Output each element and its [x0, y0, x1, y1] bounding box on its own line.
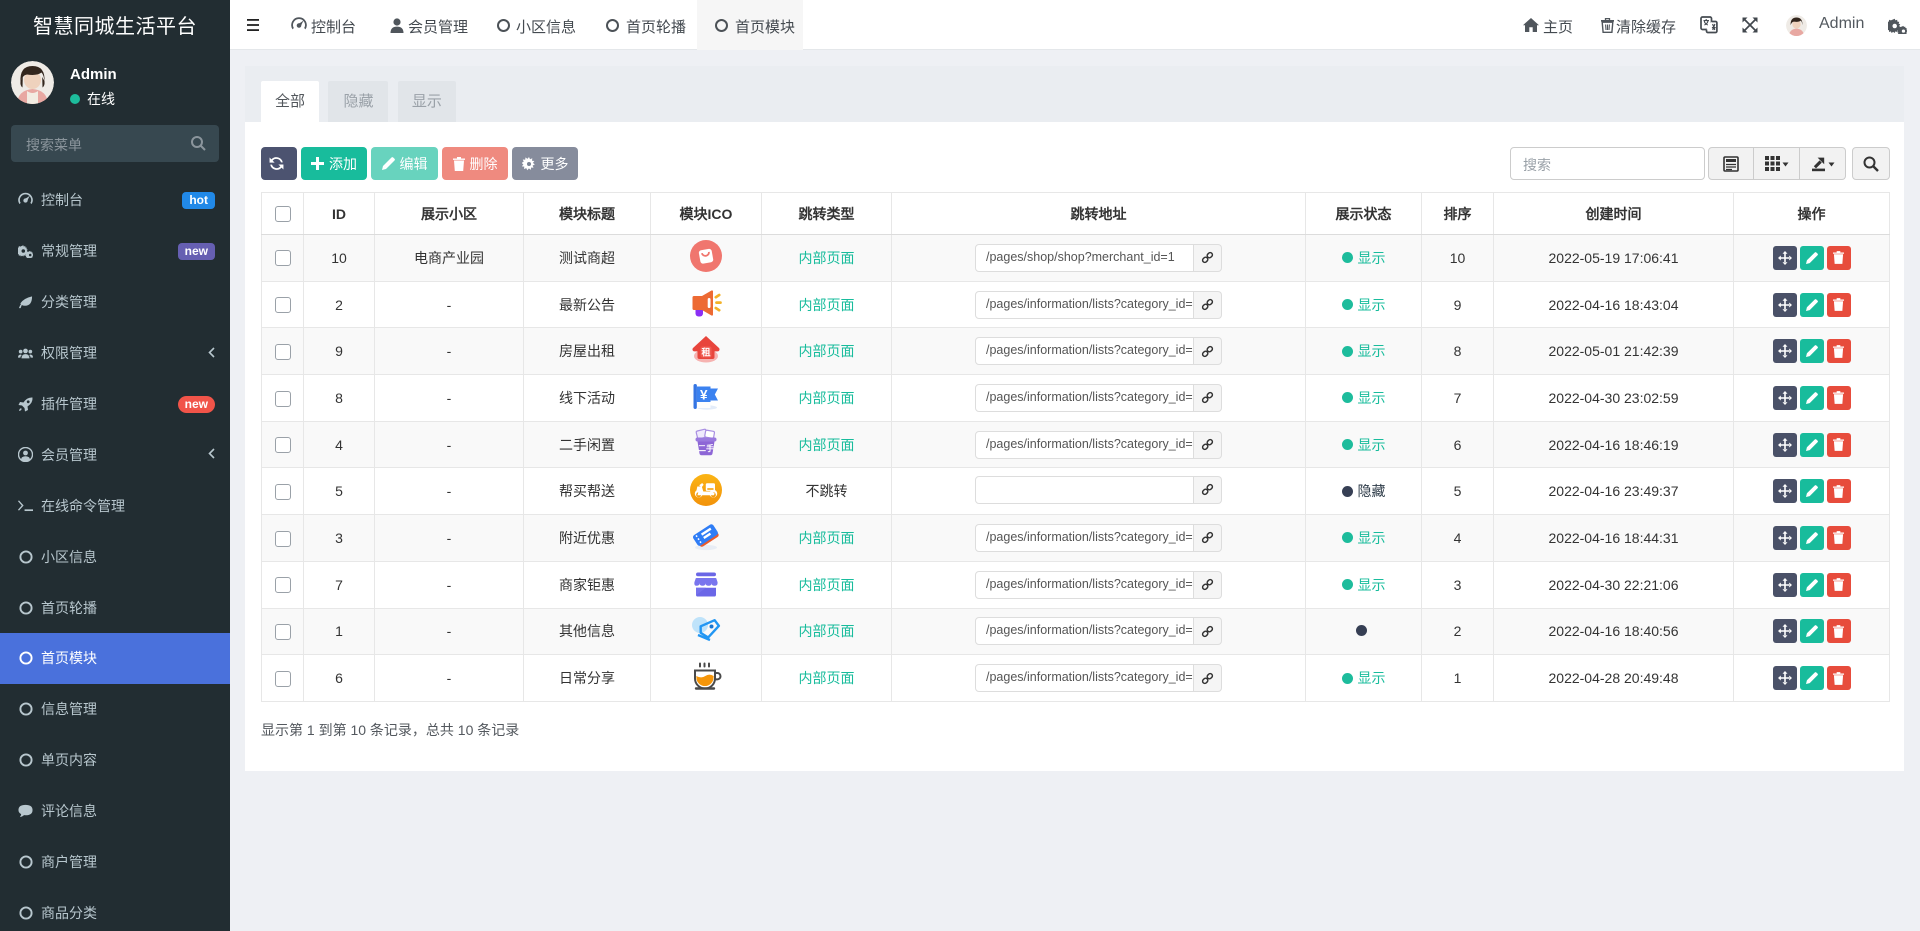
svg-text:¥: ¥ [700, 388, 708, 403]
svg-text:租: 租 [701, 346, 710, 357]
svg-text:二手: 二手 [698, 443, 714, 453]
